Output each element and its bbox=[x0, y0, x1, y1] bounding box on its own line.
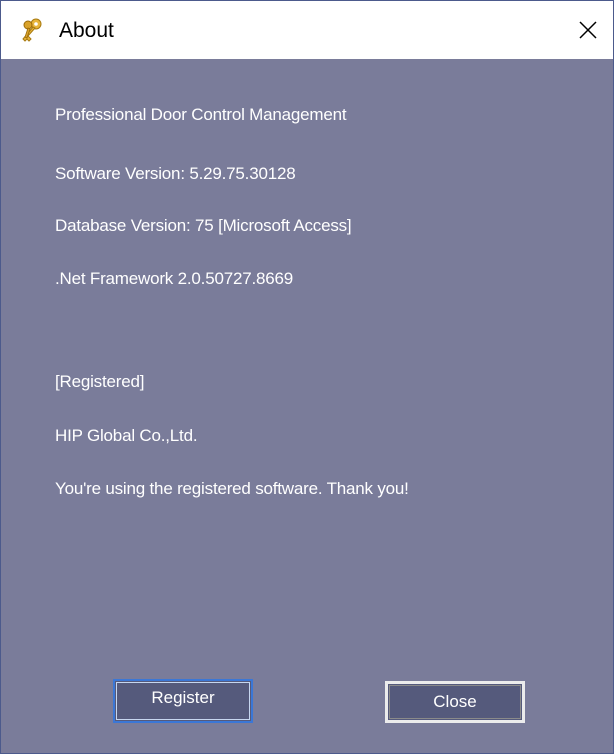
title-bar[interactable]: About bbox=[1, 1, 613, 59]
close-button[interactable]: Close bbox=[385, 681, 525, 723]
software-version: Software Version: 5.29.75.30128 bbox=[55, 164, 296, 183]
database-version: Database Version: 75 [Microsoft Access] bbox=[55, 216, 352, 235]
framework-version: .Net Framework 2.0.50727.8669 bbox=[55, 269, 294, 288]
registration-status: [Registered] bbox=[55, 372, 145, 391]
product-name: Professional Door Control Management bbox=[55, 105, 347, 124]
register-button[interactable]: Register bbox=[113, 679, 253, 723]
company-name: HIP Global Co.,Ltd. bbox=[55, 426, 198, 445]
window-title: About bbox=[59, 19, 114, 42]
about-dialog: About Professional Door Control Manageme… bbox=[0, 0, 614, 754]
keys-icon bbox=[19, 17, 45, 43]
close-icon[interactable] bbox=[563, 1, 613, 59]
thank-you-message: You're using the registered software. Th… bbox=[55, 479, 409, 498]
